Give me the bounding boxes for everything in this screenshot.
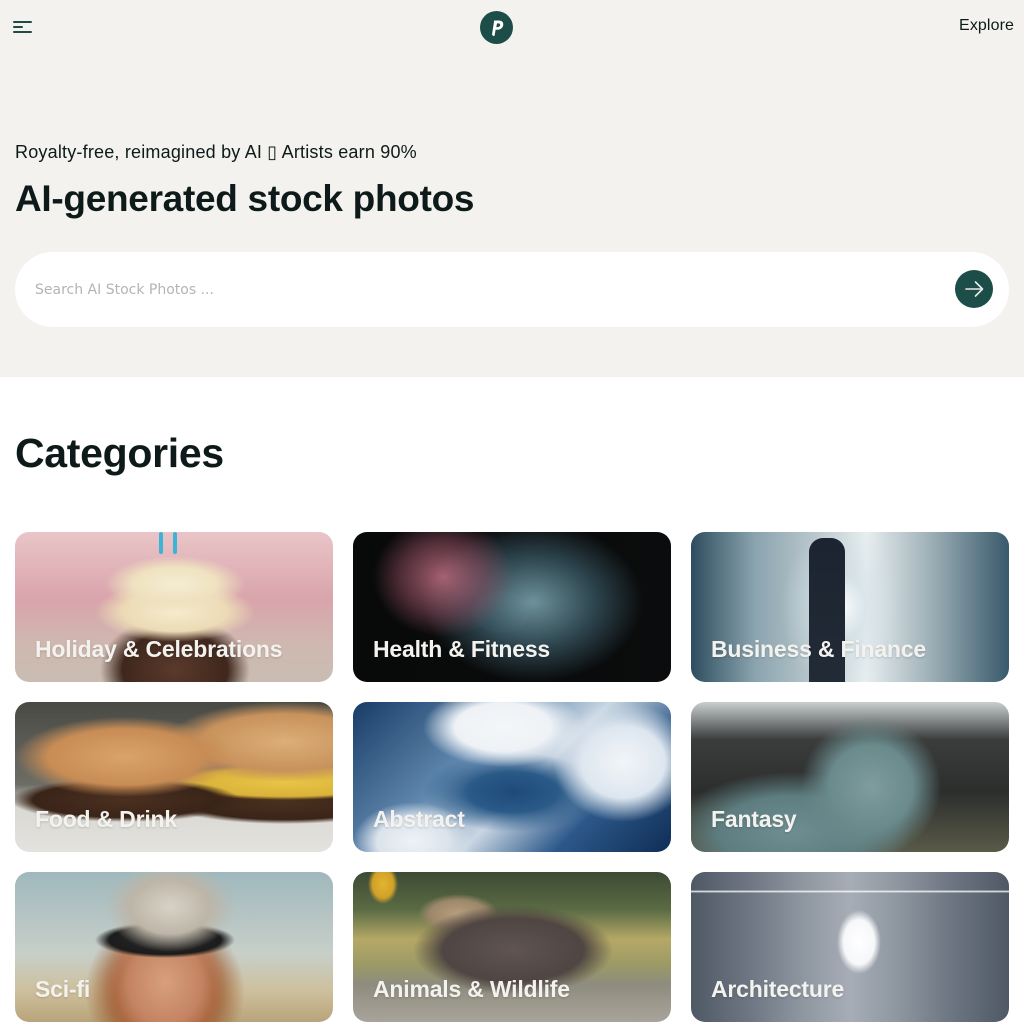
page-title: AI-generated stock photos: [15, 178, 475, 219]
explore-link[interactable]: Explore: [959, 17, 1014, 35]
category-card-animals-wildlife[interactable]: Animals & Wildlife: [353, 872, 671, 1022]
category-card-fantasy[interactable]: Fantasy: [691, 702, 1009, 852]
search-submit-button[interactable]: [955, 270, 993, 308]
category-label: Sci-fi: [35, 976, 91, 1002]
search-bar: [15, 252, 1009, 327]
hero-tagline: Royalty-free, reimagined by AI ▯ Artists…: [15, 142, 417, 162]
categories-heading: Categories: [15, 430, 224, 476]
category-card-sci-fi[interactable]: Sci-fi: [15, 872, 333, 1022]
category-label: Abstract: [373, 806, 465, 832]
search-input[interactable]: [35, 252, 935, 327]
hamburger-menu-icon[interactable]: [13, 21, 32, 35]
category-card-food-drink[interactable]: Food & Drink: [15, 702, 333, 852]
category-grid: Holiday & Celebrations Health & Fitness …: [15, 532, 1009, 1022]
category-label: Food & Drink: [35, 806, 177, 832]
category-card-business-finance[interactable]: Business & Finance: [691, 532, 1009, 682]
arrow-right-icon: [965, 281, 984, 297]
category-label: Architecture: [711, 976, 845, 1002]
category-label: Holiday & Celebrations: [35, 636, 283, 662]
category-card-architecture[interactable]: Architecture: [691, 872, 1009, 1022]
category-card-abstract[interactable]: Abstract: [353, 702, 671, 852]
category-label: Fantasy: [711, 806, 797, 832]
p-logo-icon[interactable]: [480, 11, 513, 44]
category-label: Business & Finance: [711, 636, 926, 662]
hero-section: Explore Royalty-free, reimagined by AI ▯…: [0, 0, 1024, 377]
category-label: Animals & Wildlife: [373, 976, 570, 1002]
category-label: Health & Fitness: [373, 636, 551, 662]
category-card-holiday-celebrations[interactable]: Holiday & Celebrations: [15, 532, 333, 682]
top-navigation: Explore: [0, 0, 1024, 56]
category-card-health-fitness[interactable]: Health & Fitness: [353, 532, 671, 682]
